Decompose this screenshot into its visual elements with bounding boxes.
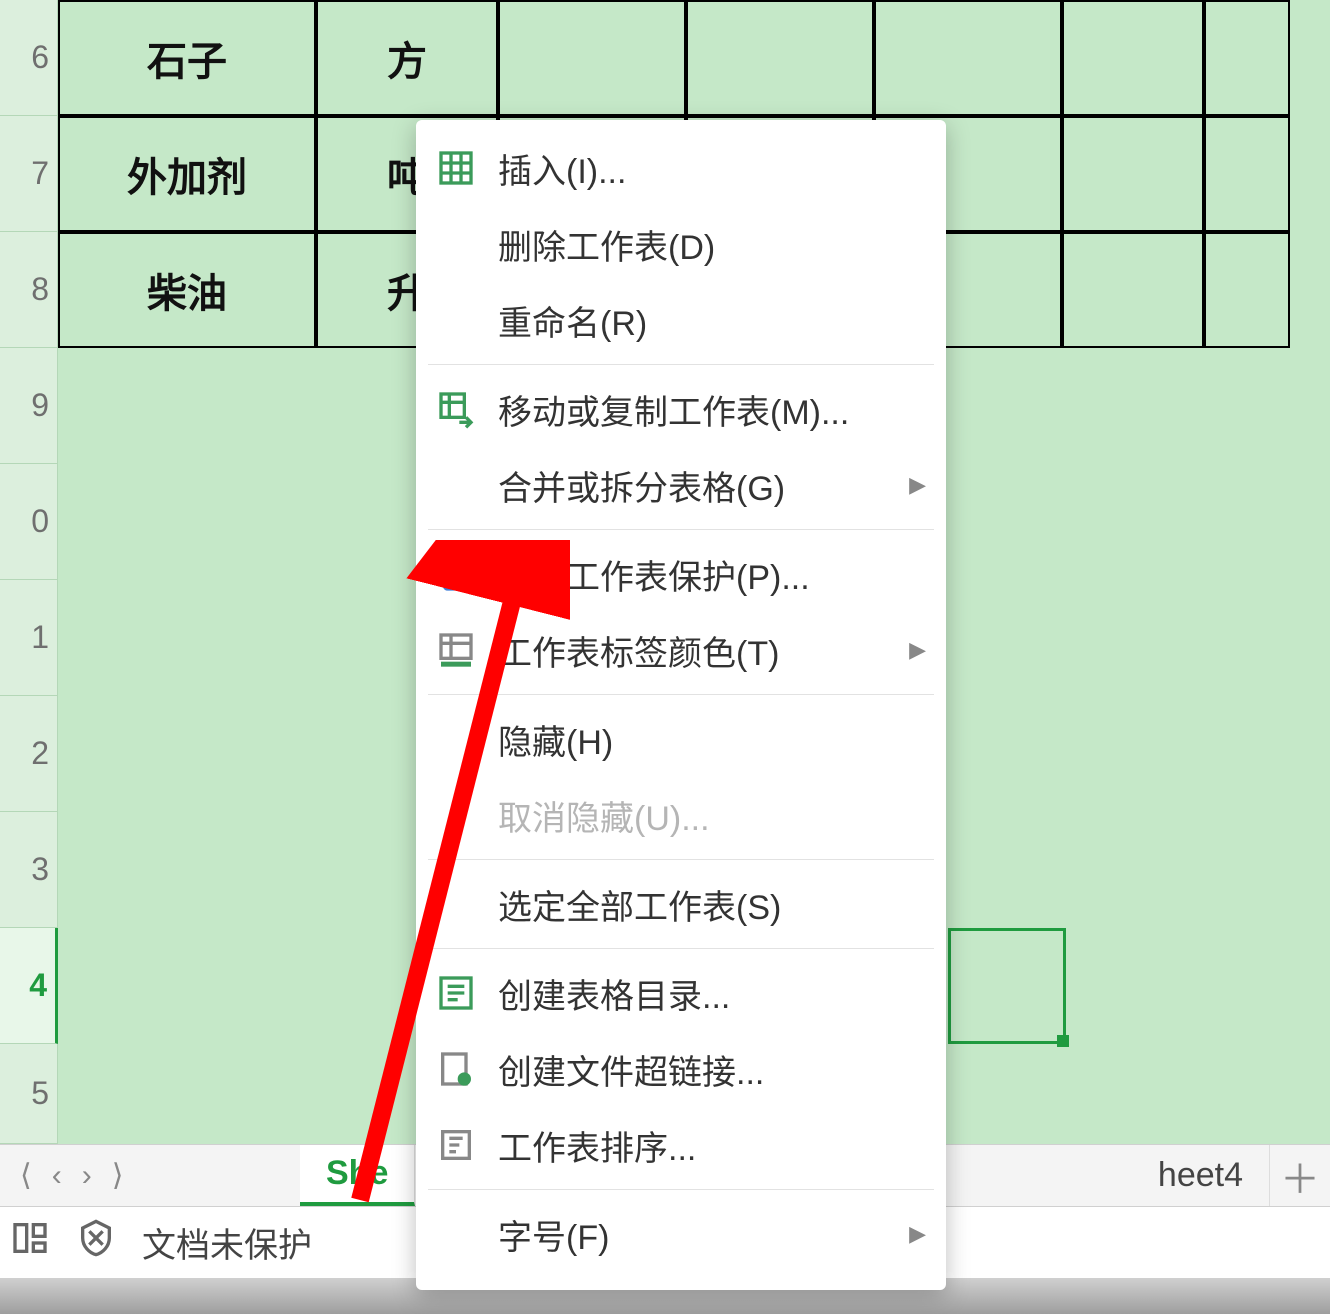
tab-nav: ⟨ ‹ › ⟩	[0, 1145, 300, 1206]
row-header-13[interactable]: 3	[0, 812, 58, 928]
blank-icon	[434, 463, 478, 507]
blank-icon	[434, 1212, 478, 1256]
blank-icon	[434, 717, 478, 761]
submenu-arrow-icon: ▶	[909, 472, 926, 498]
menu-hide[interactable]: 隐藏(H)	[416, 701, 946, 777]
menu-tab-color[interactable]: 工作表标签颜色(T) ▶	[416, 612, 946, 688]
menu-unhide: 取消隐藏(U)...	[416, 777, 946, 853]
shield-icon	[76, 1218, 116, 1267]
layout-icon[interactable]	[10, 1218, 50, 1267]
menu-label: 移动或复制工作表(M)...	[498, 385, 926, 434]
menu-label: 合并或拆分表格(G)	[498, 461, 889, 510]
sort-icon	[434, 1123, 478, 1167]
cell-f8[interactable]	[1062, 232, 1204, 348]
menu-move-copy[interactable]: 移动或复制工作表(M)...	[416, 371, 946, 447]
menu-label: 重命名(R)	[498, 296, 926, 345]
row-header-8[interactable]: 8	[0, 232, 58, 348]
row-header-15[interactable]: 5	[0, 1044, 58, 1144]
sheet-tab-other[interactable]: heet4	[1132, 1145, 1270, 1206]
row-header-10[interactable]: 0	[0, 464, 58, 580]
cell-a7[interactable]: 外加剂	[58, 116, 316, 232]
row-header-12[interactable]: 2	[0, 696, 58, 812]
tab-nav-last-icon[interactable]: ⟩	[112, 1158, 124, 1193]
menu-separator	[428, 364, 934, 365]
menu-create-toc[interactable]: 创建表格目录...	[416, 955, 946, 1031]
cell-f6[interactable]	[1062, 0, 1204, 116]
tab-nav-next-icon[interactable]: ›	[82, 1159, 92, 1193]
menu-label: 取消隐藏(U)...	[498, 791, 926, 840]
menu-select-all-sheets[interactable]: 选定全部工作表(S)	[416, 866, 946, 942]
menu-label: 工作表标签颜色(T)	[498, 626, 889, 675]
sheet-context-menu: 插入(I)... 删除工作表(D) 重命名(R) 移动或复制工作表(M)... …	[416, 120, 946, 1290]
menu-delete-sheet[interactable]: 删除工作表(D)	[416, 206, 946, 282]
cell-e6[interactable]	[874, 0, 1062, 116]
blank-icon	[434, 222, 478, 266]
file-link-icon	[434, 1047, 478, 1091]
menu-separator	[428, 1189, 934, 1190]
add-sheet-button[interactable]: ＋	[1270, 1145, 1330, 1206]
row-header-11[interactable]: 1	[0, 580, 58, 696]
cell-g6[interactable]	[1204, 0, 1290, 116]
menu-separator	[428, 948, 934, 949]
row-header-6[interactable]: 6	[0, 0, 58, 116]
table-insert-icon	[434, 146, 478, 190]
menu-label: 撤消工作表保护(P)...	[498, 550, 926, 599]
menu-merge-split[interactable]: 合并或拆分表格(G) ▶	[416, 447, 946, 523]
cell-b6[interactable]: 方	[316, 0, 498, 116]
lock-icon	[434, 552, 478, 596]
blank-icon	[434, 298, 478, 342]
tab-nav-first-icon[interactable]: ⟨	[20, 1158, 32, 1193]
menu-separator	[428, 529, 934, 530]
menu-label: 选定全部工作表(S)	[498, 880, 926, 929]
menu-font-size[interactable]: 字号(F) ▶	[416, 1196, 946, 1272]
menu-label: 删除工作表(D)	[498, 220, 926, 269]
menu-label: 创建文件超链接...	[498, 1045, 926, 1094]
cell-g7[interactable]	[1204, 116, 1290, 232]
cell-d6[interactable]	[686, 0, 874, 116]
menu-create-hyperlink[interactable]: 创建文件超链接...	[416, 1031, 946, 1107]
row-header-14[interactable]: 4	[0, 928, 58, 1044]
table-row: 石子 方	[58, 0, 1298, 116]
cell-g8[interactable]	[1204, 232, 1290, 348]
cell-c6[interactable]	[498, 0, 686, 116]
menu-label: 字号(F)	[498, 1210, 889, 1259]
cell-f7[interactable]	[1062, 116, 1204, 232]
tab-nav-prev-icon[interactable]: ‹	[52, 1159, 62, 1193]
active-cell[interactable]	[948, 928, 1066, 1044]
menu-sheet-sort[interactable]: 工作表排序...	[416, 1107, 946, 1183]
menu-rename[interactable]: 重命名(R)	[416, 282, 946, 358]
menu-label: 创建表格目录...	[498, 969, 926, 1018]
menu-label: 隐藏(H)	[498, 715, 926, 764]
cell-a8[interactable]: 柴油	[58, 232, 316, 348]
menu-insert[interactable]: 插入(I)...	[416, 130, 946, 206]
menu-separator	[428, 859, 934, 860]
table-move-icon	[434, 387, 478, 431]
row-header-9[interactable]: 9	[0, 348, 58, 464]
cell-a6[interactable]: 石子	[58, 0, 316, 116]
row-header-7[interactable]: 7	[0, 116, 58, 232]
table-color-icon	[434, 628, 478, 672]
menu-unprotect-sheet[interactable]: 撤消工作表保护(P)...	[416, 536, 946, 612]
blank-icon	[434, 793, 478, 837]
menu-separator	[428, 694, 934, 695]
submenu-arrow-icon: ▶	[909, 637, 926, 663]
blank-icon	[434, 882, 478, 926]
menu-label: 插入(I)...	[498, 144, 926, 193]
sheet-tab-active[interactable]: She	[300, 1145, 415, 1206]
submenu-arrow-icon: ▶	[909, 1221, 926, 1247]
toc-icon	[434, 971, 478, 1015]
menu-label: 工作表排序...	[498, 1121, 926, 1170]
status-text: 文档未保护	[142, 1218, 312, 1267]
